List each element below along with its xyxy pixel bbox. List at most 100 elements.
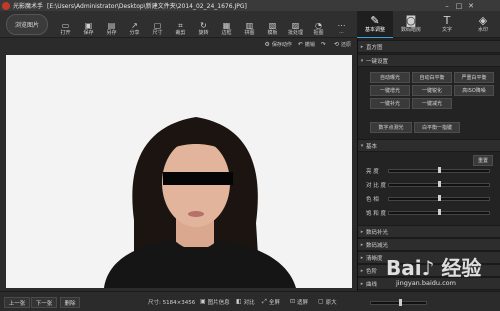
brightness-slider[interactable] (388, 167, 490, 173)
section-label: 色阶 (366, 268, 378, 275)
tool-label: 裁剪 (175, 30, 186, 36)
hue-row: 色 相 (366, 194, 494, 204)
section-label: 数码补光 (366, 229, 389, 236)
next-image-button[interactable]: 下一张 (31, 297, 57, 308)
one-click-brighten-button[interactable]: 一键增光 (370, 85, 410, 96)
restore-button[interactable]: ⟲ 还原 (334, 41, 351, 48)
prev-image-button[interactable]: 上一张 (4, 297, 30, 308)
more-icon: ⋯ (337, 21, 346, 30)
tool-share[interactable]: ↗ 分享 (123, 21, 146, 36)
mode-tabs: ✎ 基本调整 ◙ 数码暗房 T 文字 ◈ 水印 (357, 11, 500, 39)
tool-resize[interactable]: ▢ 尺寸 (146, 21, 169, 36)
watermark-icon: ◈ (478, 13, 488, 27)
maximize-button[interactable]: □ (453, 1, 465, 11)
white-balance-picker-button[interactable]: 白平衡一指键 (414, 122, 460, 133)
gear-icon: ⚙ (264, 41, 270, 48)
image-info-label: 图片信息 (207, 299, 230, 306)
app-name: 光影魔术手 (13, 3, 44, 10)
tab-darkroom[interactable]: ◙ 数码暗房 (393, 11, 429, 37)
camera-icon: ◙ (405, 13, 417, 27)
auto-white-balance-button[interactable]: 自动白平衡 (412, 72, 452, 83)
contrast-row: 对 比 度 (366, 180, 494, 190)
text-icon: T (443, 13, 451, 27)
redo-button[interactable]: ↷ (321, 41, 328, 48)
fit-screen-button[interactable]: ⊡ 适屏 (290, 297, 308, 306)
slider-knob[interactable] (438, 181, 441, 187)
compare-icon: ◧ (236, 298, 242, 305)
close-button[interactable]: ✕ (465, 1, 477, 11)
delete-button[interactable]: 删除 (60, 297, 80, 308)
original-size-icon: ▢ (318, 298, 324, 305)
spot-metering-button[interactable]: 数字点测光 (370, 122, 412, 133)
tool-label: 批处理 (287, 30, 303, 36)
one-click-header[interactable]: ▾ 一键设置 (358, 54, 500, 67)
minimize-button[interactable]: – (441, 1, 453, 11)
tool-crop[interactable]: ⌗ 裁剪 (169, 21, 192, 36)
tab-label: 文字 (441, 26, 452, 33)
basic-header[interactable]: ▾ 基本 (358, 139, 500, 152)
collapse-triangle-icon: ▸ (360, 241, 364, 248)
tab-basic-adjust[interactable]: ✎ 基本调整 (357, 11, 393, 39)
severe-white-balance-button[interactable]: 严重白平衡 (454, 72, 494, 83)
histogram-label: 直方图 (366, 44, 383, 51)
save-icon: ▣ (84, 21, 93, 30)
fill-light-header[interactable]: ▸ 数码补光 (358, 225, 500, 238)
hue-slider[interactable] (388, 195, 490, 201)
folder-open-icon: ▭ (61, 21, 70, 30)
high-iso-denoise-button[interactable]: 高ISO降噪 (454, 85, 494, 96)
rotate-icon: ↻ (200, 21, 207, 30)
tool-template[interactable]: ▧ 模板 (261, 21, 284, 36)
slider-knob[interactable] (438, 209, 441, 215)
tab-watermark[interactable]: ◈ 水印 (465, 11, 500, 37)
tool-label: 保存 (83, 30, 94, 36)
share-icon: ↗ (131, 21, 138, 30)
fullscreen-button[interactable]: ⤢ 全屏 (262, 297, 280, 306)
slider-knob[interactable] (438, 195, 441, 201)
tool-label: 抠图 (313, 30, 324, 36)
tool-rotate[interactable]: ↻ 旋转 (192, 21, 215, 36)
tool-puzzle[interactable]: ▥ 拼图 (238, 21, 261, 36)
slider-knob[interactable] (438, 167, 441, 173)
image-info-button[interactable]: ▣ 图片信息 (200, 297, 230, 306)
saturation-row: 饱 和 度 (366, 208, 494, 218)
one-click-sharpen-button[interactable]: 一键锐化 (412, 85, 452, 96)
slider-label: 对 比 度 (366, 183, 386, 189)
batch-icon: ▨ (291, 21, 300, 30)
brightness-row: 亮 度 (366, 166, 494, 176)
browse-images-button[interactable]: 浏览图片 (6, 14, 48, 35)
compare-button[interactable]: ◧ 对比 (236, 297, 255, 306)
border-icon: ▦ (222, 21, 231, 30)
tool-label: 旋转 (198, 30, 209, 36)
tool-open[interactable]: ▭ 打开 (54, 21, 77, 36)
file-path: [E:\Users\Administrator\Desktop\新建文件夹\20… (47, 3, 247, 10)
saturation-slider[interactable] (388, 209, 490, 215)
save-action-button[interactable]: ⚙ 保存动作 (264, 41, 291, 48)
histogram-header[interactable]: ▸ 直方图 (358, 40, 500, 53)
tool-batch[interactable]: ▨ 批处理 (284, 21, 307, 36)
restore-icon: ⟲ (333, 41, 339, 48)
one-click-reduce-light-button[interactable]: 一键减光 (412, 98, 452, 109)
section-label: 曲线 (366, 281, 378, 288)
collapse-triangle-icon: ▸ (360, 254, 364, 261)
tool-more[interactable]: ⋯ ··· (330, 21, 353, 36)
zoom-knob[interactable] (398, 299, 402, 306)
tool-cutout[interactable]: ◔ 抠图 (307, 21, 330, 36)
tool-border[interactable]: ▦ 边框 (215, 21, 238, 36)
undo-button[interactable]: ↶ 撤销 (298, 41, 315, 48)
tool-save[interactable]: ▣ 保存 (77, 21, 100, 36)
resize-icon: ▢ (153, 21, 162, 30)
basic-label: 基本 (366, 143, 378, 150)
collapse-triangle-icon: ▸ (360, 228, 364, 235)
save-as-icon: ▤ (107, 21, 116, 30)
tool-save-as[interactable]: ▤ 另存 (100, 21, 123, 36)
zoom-slider[interactable] (370, 299, 427, 306)
contrast-slider[interactable] (388, 181, 490, 187)
tab-text[interactable]: T 文字 (429, 11, 465, 37)
reduce-light-header[interactable]: ▸ 数码减光 (358, 238, 500, 251)
auto-exposure-button[interactable]: 自动曝光 (370, 72, 410, 83)
tool-label: ··· (339, 30, 344, 36)
original-size-button[interactable]: ▢ 原大 (318, 297, 337, 306)
reset-button[interactable]: 重置 (473, 155, 493, 166)
image-canvas[interactable] (6, 55, 352, 288)
one-click-fill-light-button[interactable]: 一键补光 (370, 98, 410, 109)
